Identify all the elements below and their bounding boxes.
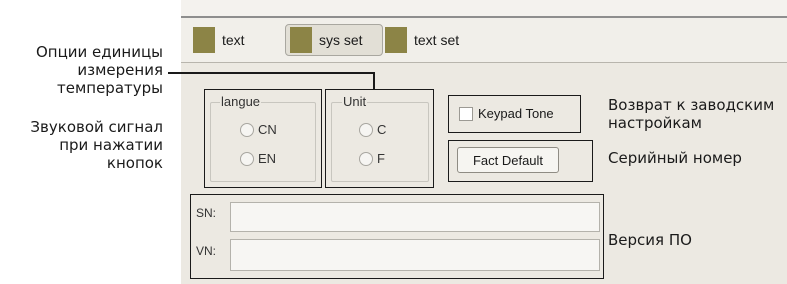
annotation-unit-options: Опции единицы измерения температуры <box>36 43 163 97</box>
window-top-strip <box>181 0 787 18</box>
annotation-line: Возврат к заводским <box>608 96 775 114</box>
tab-color-icon <box>290 27 312 53</box>
annotation-leader-line <box>373 72 375 89</box>
tab-label: text set <box>414 32 460 48</box>
tab-color-icon <box>193 27 215 53</box>
annotation-software-version: Версия ПО <box>608 231 692 249</box>
annotation-line: Опции единицы <box>35 43 163 61</box>
tab-color-icon <box>385 27 407 53</box>
annotation-line: настройкам <box>608 114 702 132</box>
tab-label: sys set <box>319 32 363 48</box>
highlight-keypad-tone <box>448 95 581 133</box>
highlight-language-group <box>204 89 322 188</box>
tab-text-set[interactable]: text set <box>385 25 475 55</box>
highlight-unit-group <box>325 89 434 188</box>
highlight-fact-default <box>448 140 593 182</box>
annotation-line: температуры <box>56 79 163 97</box>
annotation-leader-line <box>168 72 374 74</box>
tab-label: text <box>222 32 245 48</box>
tab-sys-set[interactable]: sys set <box>285 24 383 56</box>
tab-text[interactable]: text <box>193 25 263 55</box>
annotation-line: при нажатии <box>59 136 163 154</box>
annotation-line: Звуковой сигнал <box>30 118 163 136</box>
annotation-key-sound: Звуковой сигнал при нажатии кнопок <box>30 118 163 172</box>
tab-bar <box>181 18 787 63</box>
annotation-serial-number: Серийный номер <box>608 149 742 167</box>
annotation-line: кнопок <box>106 154 163 172</box>
annotation-line: измерения <box>77 61 163 79</box>
highlight-sn-vn <box>190 194 604 279</box>
annotation-factory-reset: Возврат к заводским настройкам <box>608 96 774 132</box>
